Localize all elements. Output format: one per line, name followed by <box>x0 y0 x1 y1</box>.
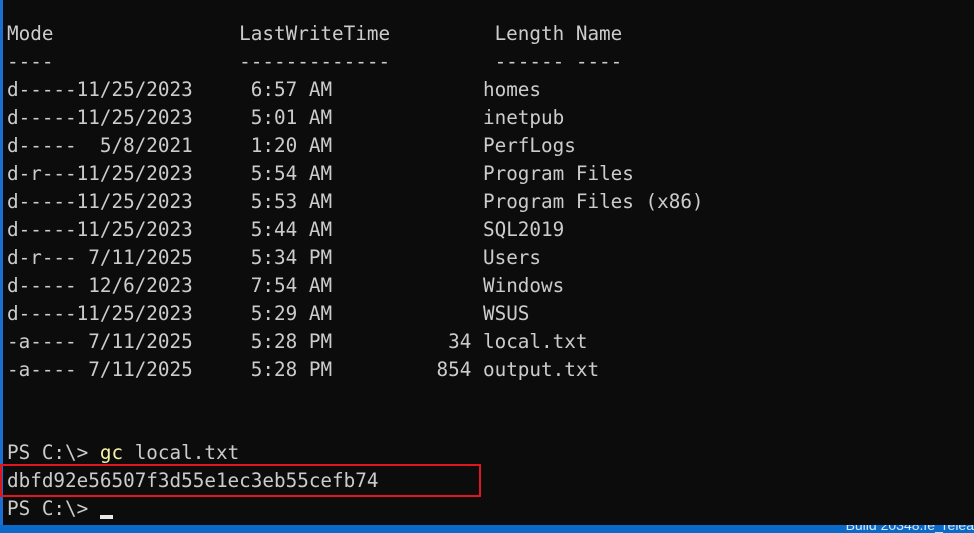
row-name: output.txt <box>482 358 600 381</box>
row-mode: d-r--- <box>7 162 77 185</box>
highlight-box <box>0 464 481 497</box>
row-name: Program Files <box>482 162 634 185</box>
row-mode: d----- <box>7 134 77 157</box>
separator-length: ------ <box>494 50 565 73</box>
listing-row: d-----11/25/2023 5:53 AM Program Files (… <box>7 188 704 216</box>
listing-row: -a---- 7/11/2025 5:28 PM 34 local.txt <box>7 328 587 356</box>
build-watermark: Build 20348.fe_relea <box>845 525 974 533</box>
row-time: 5:53 AM <box>250 190 333 213</box>
row-time: 5:01 AM <box>250 106 333 129</box>
row-date: 7/11/2025 <box>88 358 193 381</box>
row-time: 5:28 PM <box>250 330 333 353</box>
row-name: WSUS <box>482 302 530 325</box>
text-cursor <box>99 515 113 519</box>
listing-row: d-r--- 7/11/2025 5:34 PM Users <box>7 244 541 272</box>
row-date: 12/6/2023 <box>88 274 193 297</box>
listing-row: d-----11/25/2023 5:44 AM SQL2019 <box>7 216 564 244</box>
listing-row: d-----11/25/2023 6:57 AM homes <box>7 76 541 104</box>
separator-name: ---- <box>575 50 623 73</box>
row-date: 11/25/2023 <box>76 190 193 213</box>
row-mode: d----- <box>7 190 77 213</box>
row-mode: d----- <box>7 106 77 129</box>
listing-row: d-----11/25/2023 5:29 AM WSUS <box>7 300 529 328</box>
row-mode: -a---- <box>7 358 77 381</box>
listing-separator: ---- ------------- ------ ---- <box>7 48 622 76</box>
header-lastwritetime: LastWriteTime <box>239 22 391 45</box>
listing-row: d-----11/25/2023 5:01 AM inetpub <box>7 104 564 132</box>
row-name: Users <box>482 246 542 269</box>
listing-row: -a---- 7/11/2025 5:28 PM 854 output.txt <box>7 356 599 384</box>
command-args: local.txt <box>123 441 240 464</box>
separator-mode: ---- <box>7 50 54 73</box>
active-prompt-line[interactable]: PS C:\> <box>7 495 113 523</box>
row-date: 11/25/2023 <box>76 162 193 185</box>
row-date: 7/11/2025 <box>88 246 193 269</box>
desktop: Mode LastWriteTime Length Name ---- ----… <box>0 0 974 533</box>
header-name: Name <box>575 22 623 45</box>
row-length: 854 <box>436 358 472 381</box>
row-mode: d----- <box>7 274 77 297</box>
row-date: 5/8/2021 <box>99 134 193 157</box>
row-length: 34 <box>448 330 472 353</box>
powershell-console[interactable]: Mode LastWriteTime Length Name ---- ----… <box>0 0 974 525</box>
row-name: SQL2019 <box>482 218 565 241</box>
row-time: 5:29 AM <box>250 302 333 325</box>
row-date: 11/25/2023 <box>76 106 193 129</box>
listing-row: d----- 12/6/2023 7:54 AM Windows <box>7 272 564 300</box>
row-time: 5:34 PM <box>250 246 333 269</box>
row-name: local.txt <box>482 330 588 353</box>
row-mode: -a---- <box>7 330 77 353</box>
row-time: 1:20 AM <box>250 134 333 157</box>
listing-row: d-r---11/25/2023 5:54 AM Program Files <box>7 160 634 188</box>
prompt-line: PS C:\> gc local.txt <box>7 439 239 467</box>
taskbar: Build 20348.fe_relea <box>0 525 974 533</box>
row-mode: d----- <box>7 302 77 325</box>
listing-row: d----- 5/8/2021 1:20 AM PerfLogs <box>7 132 576 160</box>
row-time: 6:57 AM <box>250 78 333 101</box>
row-mode: d-r--- <box>7 246 77 269</box>
row-time: 5:28 PM <box>250 358 333 381</box>
row-time: 5:44 AM <box>250 218 333 241</box>
row-date: 7/11/2025 <box>88 330 193 353</box>
row-name: inetpub <box>482 106 565 129</box>
prompt-text: PS C:\> <box>7 441 100 464</box>
row-mode: d----- <box>7 78 77 101</box>
listing-header: Mode LastWriteTime Length Name <box>7 20 622 48</box>
header-length: Length <box>494 22 565 45</box>
row-name: PerfLogs <box>482 134 576 157</box>
command-name: gc <box>99 441 124 464</box>
row-name: Program Files (x86) <box>482 190 704 213</box>
prompt-text: PS C:\> <box>7 497 100 520</box>
row-date: 11/25/2023 <box>76 78 193 101</box>
row-time: 7:54 AM <box>250 274 333 297</box>
row-time: 5:54 AM <box>250 162 333 185</box>
row-mode: d----- <box>7 218 77 241</box>
separator-lastwritetime: ------------- <box>239 50 391 73</box>
header-mode: Mode <box>7 22 54 45</box>
row-date: 11/25/2023 <box>76 302 193 325</box>
row-name: homes <box>482 78 542 101</box>
row-name: Windows <box>482 274 565 297</box>
row-date: 11/25/2023 <box>76 218 193 241</box>
